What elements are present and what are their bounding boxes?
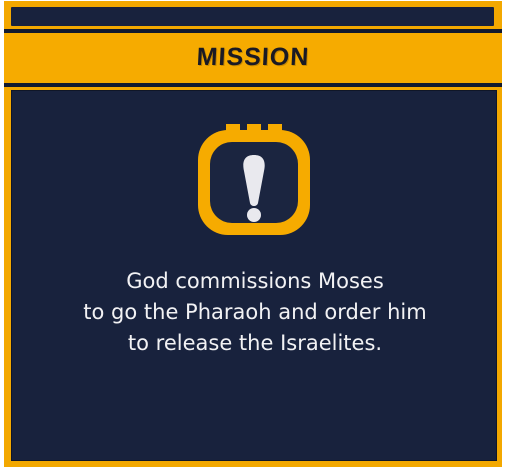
mission-line-1: God commissions Moses: [126, 269, 384, 293]
mission-header: MISSION: [4, 33, 502, 83]
mission-panel: God commissions Moses to go the Pharaoh …: [11, 90, 497, 461]
mission-line-2: to go the Pharaoh and order him: [83, 300, 427, 324]
mission-card: MISSION God commissions Moses to go the …: [4, 1, 502, 467]
top-strip: [11, 7, 494, 26]
mission-title: MISSION: [195, 43, 311, 71]
mission-alert-icon: [196, 115, 312, 237]
mission-line-3: to release the Israelites.: [127, 331, 383, 355]
header-divider-bottom: [4, 83, 502, 87]
mission-description: God commissions Moses to go the Pharaoh …: [12, 266, 498, 359]
